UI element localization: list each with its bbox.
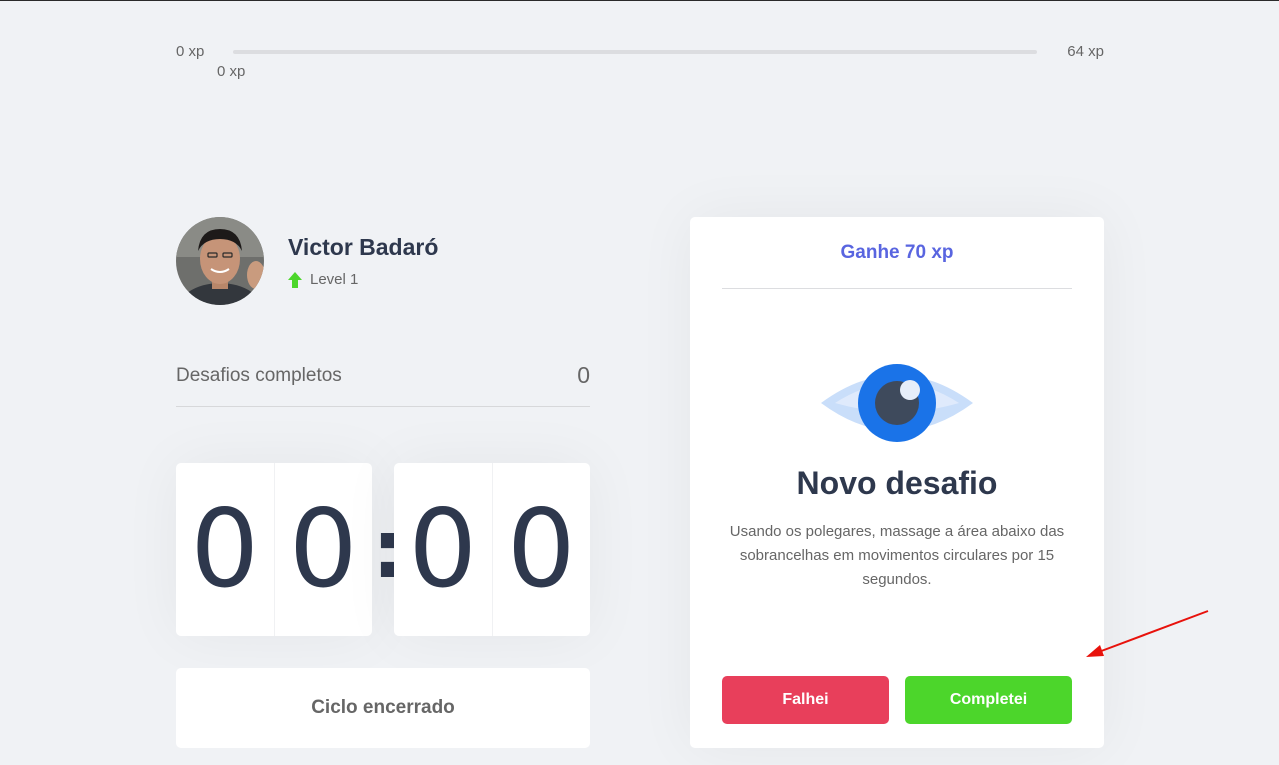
completed-challenges: Desafios completos 0 xyxy=(176,347,590,407)
profile-name: Victor Badaró xyxy=(288,234,439,260)
xp-progress-track xyxy=(233,50,1037,54)
xp-current-label: 0 xp xyxy=(217,63,246,80)
xp-min-label: 0 xp xyxy=(176,43,205,60)
fail-button[interactable]: Falhei xyxy=(722,676,889,724)
minutes-group: 0 0 xyxy=(176,463,372,636)
avatar xyxy=(176,217,264,305)
minute-digit-right: 0 xyxy=(273,463,373,636)
challenge-actions: Falhei Completei xyxy=(722,676,1072,724)
xp-max-label: 64 xp xyxy=(1067,43,1104,60)
level-up-arrow-icon xyxy=(288,271,302,288)
second-digit-left: 0 xyxy=(408,486,478,612)
profile-level: Level 1 xyxy=(288,271,438,288)
completed-challenges-count: 0 xyxy=(577,362,590,388)
complete-button[interactable]: Completei xyxy=(905,676,1072,724)
profile: Victor Badaró Level 1 xyxy=(176,217,590,305)
annotation-arrow-icon xyxy=(1086,610,1209,657)
challenge-card: Ganhe 70 xp Novo desafio Usando os poleg… xyxy=(690,217,1104,748)
experience-bar: 0 xp 0 xp 64 xp xyxy=(176,43,1104,83)
challenge-body: Novo desafio Usando os polegares, massag… xyxy=(690,363,1104,592)
seconds-group: 0 0 xyxy=(394,463,590,636)
completed-challenges-label: Desafios completos xyxy=(176,364,342,386)
cycle-ended-button: Ciclo encerrado xyxy=(176,668,590,748)
challenge-reward: Ganhe 70 xp xyxy=(722,217,1072,289)
minute-digit-left: 0 xyxy=(190,486,260,612)
second-digit-right: 0 xyxy=(491,463,591,636)
time-separator: : xyxy=(372,502,404,596)
eye-icon xyxy=(821,364,973,442)
challenge-description: Usando os polegares, massage a área abai… xyxy=(729,523,1065,588)
challenge-title: Novo desafio xyxy=(796,465,998,501)
countdown-timer: 0 0 : 0 0 xyxy=(176,463,590,636)
profile-info: Victor Badaró Level 1 xyxy=(288,234,438,288)
level-label: Level 1 xyxy=(310,271,359,288)
